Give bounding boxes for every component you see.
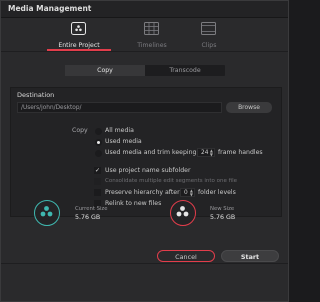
radio-used-media-trim[interactable] — [95, 150, 102, 157]
mode-copy-option[interactable]: Copy — [65, 65, 145, 76]
stepper-arrows-icon: ▲ ▼ — [209, 148, 213, 157]
media-management-dialog: Media Management Entire Project Timeline… — [0, 0, 289, 302]
destination-path-field[interactable]: /Users/john/Desktop/ — [17, 102, 222, 113]
copy-label: Copy — [72, 127, 88, 134]
project-icon — [71, 22, 86, 35]
new-size-title: New Size — [210, 206, 235, 212]
timelines-icon — [144, 22, 159, 35]
preserve-hierarchy-label: Preserve hierarchy after — [105, 189, 180, 196]
used-media-label: Used media — [105, 138, 142, 145]
relink-label: Relink to new files — [105, 200, 162, 207]
new-size-value: 5.76 GB — [210, 214, 236, 221]
use-subfolder-label: Use project name subfolder — [105, 167, 191, 174]
stepper-arrows-icon: ▲ ▼ — [189, 188, 193, 197]
folder-levels-value: 0 — [184, 190, 188, 196]
radio-used-media[interactable] — [95, 139, 102, 146]
radio-all-media[interactable] — [95, 128, 102, 135]
clips-icon — [201, 22, 216, 35]
project-icon — [40, 206, 53, 217]
current-size-value: 5.76 GB — [75, 214, 101, 221]
preserve-hierarchy-checkbox[interactable] — [94, 189, 101, 196]
mode-transcode-option[interactable]: Transcode — [145, 65, 225, 76]
consolidate-label: Consolidate multiple edit segments into … — [105, 178, 238, 184]
cancel-button[interactable]: Cancel — [157, 250, 215, 262]
mode-segmented-control: Copy Transcode — [65, 65, 225, 76]
tab-entire-project[interactable]: Entire Project — [43, 22, 115, 52]
tab-divider — [1, 51, 288, 52]
consolidate-checkbox[interactable] — [94, 178, 101, 185]
current-size-title: Current Size — [75, 206, 108, 212]
frame-handles-value: 24 — [201, 150, 209, 156]
used-media-trim-label: Used media and trim keeping — [105, 149, 197, 156]
title-bar: Media Management — [1, 1, 288, 18]
project-icon — [176, 206, 189, 217]
current-size-ring — [34, 200, 60, 226]
folder-levels-stepper[interactable]: 0 ▲ ▼ — [180, 188, 195, 197]
destination-label: Destination — [17, 91, 55, 99]
start-button[interactable]: Start — [221, 250, 279, 262]
tab-clips[interactable]: Clips — [173, 22, 245, 52]
use-subfolder-checkbox[interactable]: ✓ — [94, 167, 101, 174]
new-size-ring — [170, 200, 196, 226]
window-title: Media Management — [8, 4, 92, 13]
frame-handles-stepper[interactable]: 24 ▲ ▼ — [197, 148, 215, 157]
folder-levels-label: folder levels — [198, 189, 236, 196]
footer-divider — [1, 263, 288, 264]
tab-label: Clips — [201, 42, 217, 49]
tab-label: Entire Project — [58, 42, 100, 49]
browse-button[interactable]: Browse — [226, 102, 272, 113]
all-media-label: All media — [105, 127, 134, 134]
frame-handles-label: frame handles — [218, 149, 263, 156]
